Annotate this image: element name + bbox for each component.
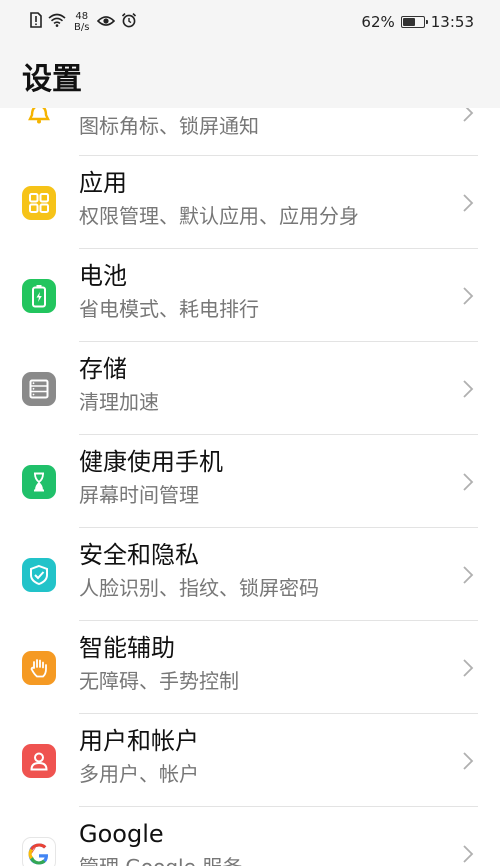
bell-icon [22,108,56,132]
settings-item-subtitle: 屏幕时间管理 [79,483,199,507]
battery-level-fill [402,18,416,26]
chevron-right-icon [463,286,474,305]
hand-icon [22,650,56,685]
network-speed-value: 48 [75,11,89,22]
settings-item-subtitle: 权限管理、默认应用、应用分身 [79,204,359,228]
chevron-right-icon [463,193,474,212]
settings-item-users[interactable]: 用户和帐户 多用户、帐户 [0,714,500,807]
shield-icon [22,557,56,592]
google-icon [22,836,56,866]
chevron-right-icon [463,108,474,122]
settings-list[interactable]: 图标角标、锁屏通知 应用 权限管理、默认应用、应用分身 电池 省电模式、耗电排行 [0,108,500,866]
status-left: 48 B/s [30,11,137,33]
sim-alert-icon [30,12,42,32]
chevron-right-icon [463,751,474,770]
chevron-right-icon [463,472,474,491]
settings-item-subtitle: 图标角标、锁屏通知 [79,114,259,138]
status-right: 62% 13:53 [361,13,474,31]
settings-item-apps[interactable]: 应用 权限管理、默认应用、应用分身 [0,156,500,249]
app-bar: 设置 [0,44,500,108]
settings-item-title: 应用 [79,169,127,197]
chevron-right-icon [463,379,474,398]
settings-item-subtitle: 多用户、帐户 [79,762,199,786]
settings-item-subtitle: 管理 Google 服务 [79,853,460,866]
apps-grid-icon [22,185,56,220]
page-title: 设置 [22,62,82,97]
settings-item-storage[interactable]: 存储 清理加速 [0,342,500,435]
settings-item-google[interactable]: Google 管理 Google 服务 [0,807,500,866]
storage-icon [22,371,56,406]
settings-item-title: 健康使用手机 [79,448,223,476]
settings-item-title: 存储 [79,355,127,383]
settings-item-notifications[interactable]: 图标角标、锁屏通知 [0,108,500,156]
network-speed: 48 B/s [74,11,89,33]
eye-icon [97,13,116,31]
status-bar: 48 B/s 62% 13:53 [0,0,500,44]
settings-item-subtitle: 无障碍、手势控制 [79,669,239,693]
settings-item-title: Google [79,820,164,848]
hourglass-icon [22,464,56,499]
battery-icon [22,278,56,313]
chevron-right-icon [463,565,474,584]
settings-item-title: 电池 [79,262,127,290]
network-speed-unit: B/s [74,22,90,33]
settings-item-title: 安全和隐私 [79,541,199,569]
settings-item-subtitle: 省电模式、耗电排行 [79,297,259,321]
settings-item-security[interactable]: 安全和隐私 人脸识别、指纹、锁屏密码 [0,528,500,621]
clock: 13:53 [430,13,474,31]
wifi-icon [48,13,66,31]
chevron-right-icon [463,844,474,863]
user-icon [22,743,56,778]
settings-item-digital-balance[interactable]: 健康使用手机 屏幕时间管理 [0,435,500,528]
settings-item-subtitle: 清理加速 [79,390,159,414]
battery-percent: 62% [361,13,395,31]
chevron-right-icon [463,658,474,677]
settings-item-subtitle: 人脸识别、指纹、锁屏密码 [79,576,319,600]
alarm-icon [121,12,137,32]
settings-item-smart-assistance[interactable]: 智能辅助 无障碍、手势控制 [0,621,500,714]
settings-item-title: 用户和帐户 [79,727,199,755]
battery-icon [400,16,428,28]
settings-item-title: 智能辅助 [79,634,175,662]
settings-item-battery[interactable]: 电池 省电模式、耗电排行 [0,249,500,342]
